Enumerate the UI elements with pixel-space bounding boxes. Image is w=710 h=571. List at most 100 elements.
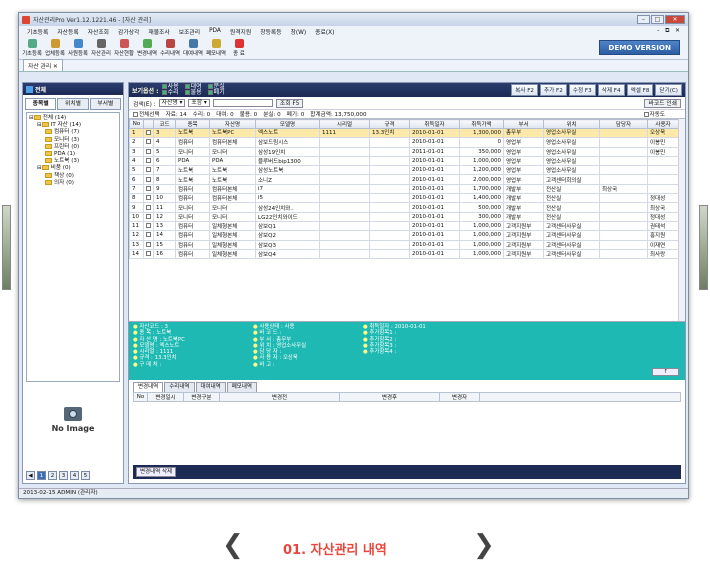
checkbox[interactable] [643, 112, 649, 117]
table-row[interactable]: 1 3 노트북 노트북PC 엑스노트 1111 13.3인치 2010-01-01 1,300,… [129, 127, 679, 139]
auto-checkbox[interactable]: 자동도 [643, 110, 665, 118]
menu-item[interactable]: 감가상각 [118, 27, 139, 36]
row-checkbox[interactable] [146, 195, 151, 201]
history-tab[interactable]: 폐모내역 [226, 382, 257, 392]
checkbox[interactable] [207, 90, 213, 95]
column-header[interactable]: No [129, 119, 144, 129]
page-button[interactable]: 3 [59, 471, 68, 480]
column-header[interactable]: 코드 [153, 119, 176, 129]
row-checkbox[interactable] [146, 129, 151, 135]
table-cell[interactable] [143, 248, 154, 260]
column-header[interactable]: 시리얼 [319, 119, 370, 129]
row-checkbox[interactable] [146, 241, 151, 247]
table-cell[interactable] [143, 239, 154, 250]
view-option[interactable]: 불용 [184, 90, 202, 96]
action-button[interactable]: 복사 F2 [511, 84, 538, 96]
column-header[interactable]: 위치 [543, 119, 600, 129]
column-header[interactable]: 취득일자 [409, 119, 460, 129]
action-button[interactable]: 삭제 F4 [597, 84, 625, 96]
row-checkbox[interactable] [146, 158, 151, 164]
table-cell[interactable] [143, 174, 154, 185]
table-cell[interactable] [143, 183, 154, 195]
menu-item[interactable]: 보조관리 [179, 27, 200, 36]
checkbox[interactable] [184, 84, 190, 89]
history-column-header[interactable]: 변경후 [339, 392, 440, 402]
menu-item[interactable]: 원격지원 [230, 27, 251, 36]
table-cell[interactable] [143, 127, 154, 139]
action-button[interactable]: 엑셀 F8 [626, 84, 654, 96]
column-header[interactable]: 종목 [175, 119, 210, 129]
menu-item[interactable]: 재물조사 [148, 27, 169, 36]
history-column-header[interactable]: 변경전 [219, 392, 340, 402]
history-column-header[interactable]: No [133, 392, 148, 402]
prev-arrow-icon[interactable]: ❮ [222, 532, 244, 558]
row-checkbox[interactable] [146, 213, 151, 219]
mdi-controls[interactable]: - ⧉ ✕ [657, 28, 682, 35]
toolbar-button[interactable]: 업체등록 [45, 39, 65, 59]
next-arrow-icon[interactable]: ❯ [473, 532, 495, 558]
checkbox[interactable] [184, 90, 190, 95]
table-row[interactable]: 2 4 컴퓨터 컴퓨터본체 삼보드림시스 2010-01-01 0 영업부 영업소사무실 이봉민 [129, 137, 679, 148]
row-checkbox[interactable] [146, 251, 151, 256]
tree-node[interactable]: 프린터 (0) [29, 143, 117, 151]
table-row[interactable]: 7 9 컴퓨터 컴퓨터본체 i7 2010-01-01 1,700,000 개발부 전산실 최상국 [129, 183, 679, 195]
select-all-checkbox[interactable] [133, 112, 138, 117]
table-cell[interactable] [143, 230, 154, 241]
search-operator-select[interactable]: 포함 ▾ [188, 99, 210, 107]
toolbar-button[interactable]: 대여내역 [183, 39, 203, 59]
table-row[interactable]: 6 8 노트북 노트북 소니Z 2010-01-01 2,000,000 영업부 고객센터회의실 [129, 174, 679, 185]
menu-item[interactable]: 자산조회 [88, 27, 109, 36]
tree-node[interactable]: 의자 (0) [29, 179, 117, 187]
column-header[interactable]: 자산명 [209, 119, 256, 129]
menu-item[interactable]: 기초등록 [27, 27, 48, 36]
table-row[interactable]: 8 10 컴퓨터 컴퓨터본체 i5 2010-01-01 1,400,000 개발부 전산실 정대… [129, 193, 679, 204]
menu-item[interactable]: 창(W) [291, 27, 307, 36]
table-cell[interactable] [143, 165, 154, 176]
history-column-header[interactable]: 변경구분 [183, 392, 220, 402]
page-button[interactable]: 2 [48, 471, 57, 480]
toolbar-button[interactable]: 자산현황 [114, 39, 134, 59]
checkbox[interactable] [161, 84, 167, 89]
toolbar-button[interactable]: 자산관리 [91, 39, 111, 59]
row-checkbox[interactable] [146, 176, 151, 182]
minimize-button[interactable]: – [637, 15, 650, 24]
left-tab[interactable]: 부서별 [89, 98, 121, 110]
pager-first-icon[interactable]: ◀ [26, 471, 35, 480]
table-cell[interactable] [143, 211, 154, 222]
table-row[interactable]: 14 16 컴퓨터 일체형본체 삼보Q4 2010-01-01 1,000,000 고객지원부… [129, 248, 679, 260]
column-header[interactable]: 취득가액 [459, 119, 504, 129]
tree-node[interactable]: 모니터 (3) [29, 136, 117, 144]
maximize-button[interactable]: □ [651, 15, 664, 24]
close-button[interactable]: ✕ [665, 15, 685, 24]
table-cell[interactable] [143, 155, 154, 167]
delete-history-button[interactable]: 변경내역 삭제 [136, 467, 177, 477]
column-header[interactable]: 규격 [369, 119, 410, 129]
row-checkbox[interactable] [146, 223, 151, 229]
action-button[interactable]: 수정 F3 [568, 84, 596, 96]
search-input[interactable] [212, 99, 273, 107]
table-cell[interactable] [143, 137, 154, 148]
tree-node[interactable]: ⊟ 비품 (0) [29, 165, 117, 172]
checkbox[interactable] [161, 90, 167, 95]
menu-item[interactable]: 창등록등 [260, 27, 281, 36]
table-cell[interactable] [143, 202, 154, 213]
menu-item[interactable]: 자산등록 [57, 27, 78, 36]
action-button[interactable]: 닫기(C) [655, 84, 682, 96]
grid-scrollbar[interactable] [678, 119, 685, 321]
barcode-print-button[interactable]: 바코드 인쇄 [644, 98, 681, 108]
history-tab[interactable]: 변경내역 [133, 382, 164, 392]
row-checkbox[interactable] [146, 185, 151, 191]
toolbar-button[interactable]: 폐모내역 [206, 39, 226, 59]
table-row[interactable]: 9 11 모니터 모니터 삼성24인치와.. 2010-01-01 500,000 개발부 전산… [129, 202, 679, 213]
table-row[interactable]: 13 15 컴퓨터 일체형본체 삼보Q3 2010-01-01 1,000,000 고객지원부… [129, 239, 679, 250]
tree-node[interactable]: 컴퓨터 (7) [29, 129, 117, 136]
action-button[interactable]: 추가 F2 [539, 84, 567, 96]
search-button[interactable]: 조회 F5 [275, 98, 304, 108]
menu-item[interactable]: 종료(X) [315, 27, 334, 36]
toolbar-button[interactable]: 사원등록 [68, 39, 88, 59]
menu-item[interactable]: PDA [209, 28, 221, 34]
table-row[interactable]: 5 7 노트북 노트북 삼성노트북 2010-01-01 1,200,000 영업부 영업소사무… [129, 165, 679, 176]
row-checkbox[interactable] [146, 139, 151, 145]
history-column-header[interactable]: 변경자 [439, 392, 480, 402]
history-tab[interactable]: 대여내역 [195, 382, 226, 392]
